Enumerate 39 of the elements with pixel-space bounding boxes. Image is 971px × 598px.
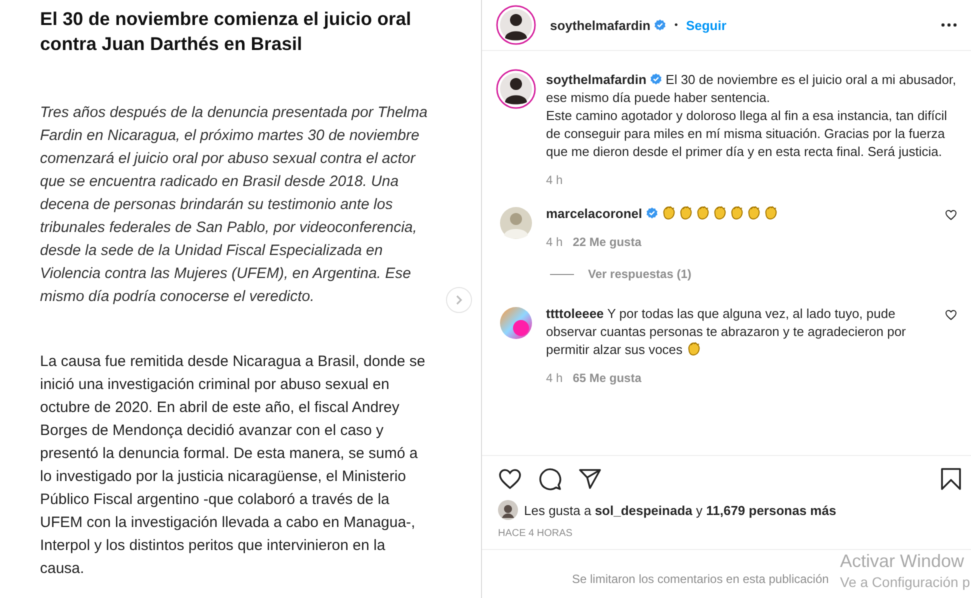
comment-text: ttttoleeee Y por todas las que alguna vez, al lado tuyo, pude observar cuantas personas te abrazaron y te agradecieron por permitir alzar sus voces	[546, 305, 907, 359]
heart-icon[interactable]	[945, 309, 957, 321]
more-options-icon[interactable]	[941, 23, 957, 27]
clapping-hands-icon	[661, 205, 678, 221]
comment-time: 4 h	[546, 173, 563, 187]
avatar-icon[interactable]	[496, 69, 536, 109]
username-link[interactable]: soythelmafardin	[550, 18, 650, 32]
clapping-hands-icon	[746, 205, 762, 221]
separator-dot: •	[674, 20, 678, 30]
clapping-hands-icon	[678, 205, 694, 221]
clapping-hands-icon	[712, 205, 728, 221]
view-replies-link[interactable]: Ver respuestas (1)	[588, 267, 692, 281]
post-timestamp: HACE 4 HORAS	[482, 520, 971, 550]
activation-notice-title: Activar Window	[840, 551, 966, 572]
chevron-right-icon	[454, 295, 464, 305]
clapping-hands-icon	[686, 341, 702, 357]
caption-text: soythelmafardin El 30 de noviembre es el juicio oral a mi abusador, ese mismo día puede haber sentencia. Este camino agotador y doloroso llega al fin a esa instancia, tan difícil de conseguir para miles en mí misma situación. Gracias por la fuerza que me dieron desde el primer día y en esta recta final. Será justicia.	[546, 71, 957, 161]
activation-notice-text: Ve a Configuración p	[840, 574, 970, 590]
likes-summary: Les gusta a sol_despeinada y 11,679 personas más	[524, 502, 836, 518]
comment-time: 4 h	[546, 235, 563, 249]
follow-link[interactable]: Seguir	[686, 18, 726, 32]
heart-icon[interactable]	[945, 209, 957, 221]
article-headline: El 30 de noviembre comienza el juicio oral contra Juan Darthés en Brasil	[40, 7, 412, 56]
clapping-hands-icon	[695, 205, 712, 221]
article-paragraph: Tres años después de la denuncia presentada por Thelma Fardin en Nicaragua, el próximo martes 30 de noviembre comenzará el juicio oral por abuso sexual contra el actor que se encuentra radicado en Brasil desde 2018. Una decena de personas brindarán su testimonio ante los tribunales federales de San Pablo, por videoconferencia, desde la sede de la Unidad Fiscal Especializada en Violencia contra las Mujeres (UFEM), en Argentina. Ese mismo día podría conocerse el veredicto.	[40, 103, 428, 307]
comment-likes[interactable]: 65 Me gusta	[572, 371, 642, 385]
article-paragraph: La causa fue remitida desde Nicaragua a Brasil, donde se inició una investigación criminal por abuso sexual en octubre de 2020. En abril de este año, el fiscal Andrey Borges de Mendonça decidió avanzar con el caso y presentó la denuncia formal. De esta manera, se sumó a lo investigado por la justicia nicaragüense, el Ministerio Público Fiscal argentino -que colaboró a través de la UFEM con la investigación llevada a cabo en Managua-, Interpol y los distintos peritos que intervinieron en la causa.	[40, 352, 426, 579]
share-icon[interactable]	[578, 467, 602, 491]
comment-time: 4 h	[546, 371, 563, 385]
comments-limited-notice: Se limitaron los comentarios en esta publicación	[572, 572, 829, 586]
comment-icon[interactable]	[538, 467, 562, 491]
avatar-icon[interactable]	[498, 500, 518, 520]
avatar-icon[interactable]	[496, 5, 536, 45]
comment-username[interactable]: marcelacoronel	[546, 206, 642, 221]
heart-icon[interactable]	[498, 467, 522, 491]
clapping-hands-icon	[763, 205, 780, 221]
clapping-hands-icon	[729, 205, 746, 221]
bookmark-icon[interactable]	[939, 467, 963, 491]
comment-likes[interactable]: 22 Me gusta	[572, 235, 642, 249]
